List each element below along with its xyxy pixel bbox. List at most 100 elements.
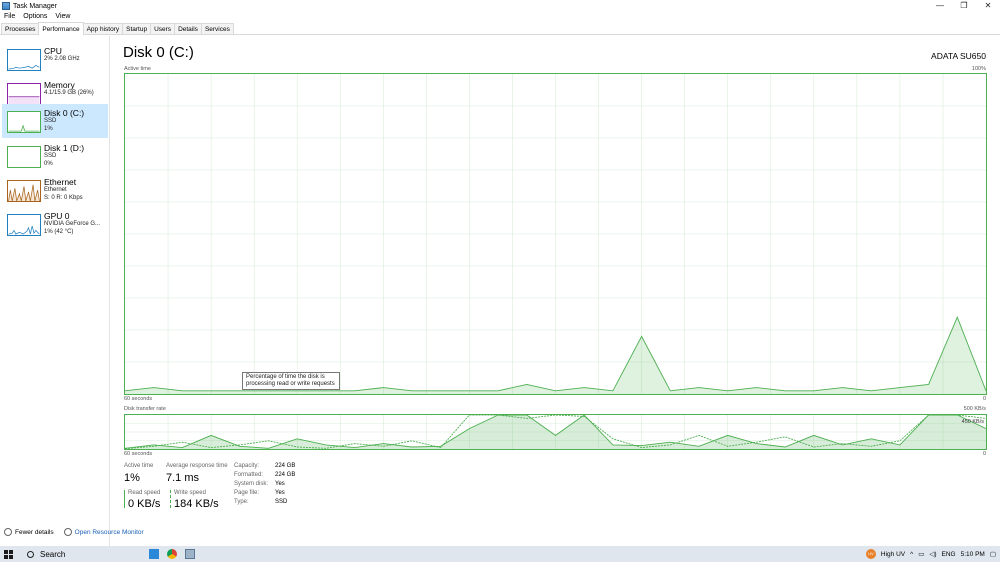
sidebar-item-disk0[interactable]: Disk 0 (C:) SSD 1% xyxy=(2,104,108,138)
start-button[interactable] xyxy=(4,549,13,559)
write-speed-label: Write speed xyxy=(174,490,206,496)
clock-label[interactable]: 5:10 PM xyxy=(961,551,985,558)
sidebar-sub-cpu: 2% 2.08 GHz xyxy=(44,56,80,62)
transfer-rate-xend: 0 xyxy=(982,451,986,457)
menu-file[interactable]: File xyxy=(4,12,15,22)
sidebar-label-gpu0: GPU 0 xyxy=(44,211,70,221)
resource-sidebar: CPU 2% 2.08 GHz Memory 4.1/15.9 GB (26%)… xyxy=(0,36,110,546)
system-tray: UV High UV ^ ▭ ◁) ENG 5:10 PM ▢ xyxy=(861,546,996,562)
transfer-rate-chart xyxy=(124,414,987,450)
transfer-rate-xlabel: 60 seconds xyxy=(124,451,153,457)
restore-button[interactable]: ❐ xyxy=(952,0,976,12)
system-disk-value: Yes xyxy=(275,481,285,487)
fewer-details-link[interactable]: Fewer details xyxy=(15,529,54,536)
type-label: Type: xyxy=(234,499,249,505)
ethernet-thumbnail xyxy=(7,180,41,202)
window-controls: — ❐ ✕ xyxy=(928,0,1000,12)
chrome-icon[interactable] xyxy=(167,549,178,559)
search-icon xyxy=(27,550,34,558)
type-value: SSD xyxy=(275,499,288,505)
tab-startup[interactable]: Startup xyxy=(122,23,152,34)
sidebar-sub-gpu0-model: NVIDIA GeForce G... xyxy=(44,221,101,227)
capacity-label: Capacity: xyxy=(234,463,260,469)
notification-icon[interactable]: ▢ xyxy=(990,550,996,558)
formatted-value: 224 GB xyxy=(275,472,296,478)
sidebar-item-ethernet[interactable]: Ethernet Ethernet S: 0 R: 0 Kbps xyxy=(2,173,108,207)
tab-processes[interactable]: Processes xyxy=(1,23,40,34)
avg-response-label: Average response time xyxy=(166,463,228,469)
active-time-stat-value: 1% xyxy=(124,472,140,484)
minimize-button[interactable]: — xyxy=(928,0,952,12)
page-title: Disk 0 (C:) xyxy=(123,44,194,61)
sidebar-label-disk1: Disk 1 (D:) xyxy=(44,143,85,153)
sidebar-sub-disk1-usage: 0% xyxy=(44,161,53,167)
write-speed-indicator xyxy=(170,490,171,508)
disk1-thumbnail xyxy=(7,146,41,168)
sidebar-item-gpu0[interactable]: GPU 0 NVIDIA GeForce G... 1% (42 °C) xyxy=(2,207,108,241)
tab-app-history[interactable]: App history xyxy=(82,23,124,34)
active-time-chart xyxy=(124,73,987,395)
read-speed-label: Read speed xyxy=(128,490,161,496)
active-time-stat-label: Active time xyxy=(124,463,154,469)
memory-thumbnail xyxy=(7,83,41,105)
language-label[interactable]: ENG xyxy=(942,551,956,558)
chevron-up-icon[interactable] xyxy=(4,528,12,536)
transfer-rate-max-label: 500 KB/s xyxy=(963,406,986,412)
active-time-chart-label: Active time xyxy=(124,66,151,72)
taskbar-search[interactable]: Search xyxy=(27,550,65,559)
sidebar-label-memory: Memory xyxy=(44,80,75,90)
read-speed-indicator xyxy=(124,490,125,508)
sidebar-sub-disk0-usage: 1% xyxy=(44,126,53,132)
avg-response-value: 7.1 ms xyxy=(166,472,200,484)
desktop-app-icon[interactable] xyxy=(149,549,160,559)
footer: Fewer details Open Resource Monitor xyxy=(4,528,144,536)
write-speed-value: 184 KB/s xyxy=(174,498,219,510)
task-manager-icon xyxy=(2,2,10,10)
active-time-xend: 0 xyxy=(982,396,986,402)
transfer-rate-mid-label: 450 KB/s xyxy=(961,419,984,425)
gpu0-thumbnail xyxy=(7,214,41,236)
formatted-label: Formatted: xyxy=(234,472,264,478)
taskbar-search-label: Search xyxy=(40,549,66,559)
menu-bar: File Options View xyxy=(0,12,74,22)
tab-details[interactable]: Details xyxy=(174,23,202,34)
page-file-label: Page file: xyxy=(234,490,260,496)
resource-monitor-icon xyxy=(63,528,72,536)
tab-performance[interactable]: Performance xyxy=(38,22,84,35)
volume-icon[interactable]: ◁) xyxy=(929,550,936,558)
tooltip: Percentage of time the disk is processin… xyxy=(242,372,340,390)
disk-model: ADATA SU650 xyxy=(931,51,986,61)
cpu-thumbnail xyxy=(7,49,41,71)
read-speed-value: 0 KB/s xyxy=(128,498,161,510)
capacity-value: 224 GB xyxy=(275,463,296,469)
active-time-max-label: 100% xyxy=(971,66,986,72)
sidebar-item-cpu[interactable]: CPU 2% 2.08 GHz xyxy=(2,42,108,76)
network-icon[interactable]: ▭ xyxy=(918,550,924,558)
tab-strip: Processes Performance App history Startu… xyxy=(0,22,1000,35)
transfer-rate-chart-label: Disk transfer rate xyxy=(124,406,166,412)
close-button[interactable]: ✕ xyxy=(976,0,1000,12)
sidebar-sub-disk0-type: SSD xyxy=(44,118,57,124)
sidebar-label-ethernet: Ethernet xyxy=(44,177,77,187)
weather-label[interactable]: High UV xyxy=(881,551,905,558)
sidebar-item-disk1[interactable]: Disk 1 (D:) SSD 0% xyxy=(2,139,108,173)
sidebar-sub-gpu0-usage: 1% (42 °C) xyxy=(44,229,74,235)
disk0-thumbnail xyxy=(7,111,41,133)
window-title: Task Manager xyxy=(13,2,57,10)
tab-users[interactable]: Users xyxy=(150,23,176,34)
menu-options[interactable]: Options xyxy=(23,12,47,22)
menu-view[interactable]: View xyxy=(55,12,70,22)
sidebar-sub-ethernet-type: Ethernet xyxy=(44,187,67,193)
weather-icon[interactable]: UV xyxy=(865,549,876,559)
tab-services[interactable]: Services xyxy=(200,23,234,34)
chevron-up-tray-icon[interactable]: ^ xyxy=(910,551,913,558)
title-bar: Task Manager — ❐ ✕ xyxy=(0,0,1000,12)
task-manager-taskbar-icon[interactable] xyxy=(185,549,196,559)
active-time-xlabel: 60 seconds xyxy=(124,396,153,402)
taskbar: Search UV High UV ^ ▭ ◁) ENG 5:10 PM ▢ xyxy=(0,546,1000,562)
sidebar-label-cpu: CPU xyxy=(44,46,62,56)
sidebar-sub-ethernet-rate: S: 0 R: 0 Kbps xyxy=(44,195,83,201)
open-resource-monitor-link[interactable]: Open Resource Monitor xyxy=(75,529,144,536)
system-disk-label: System disk: xyxy=(234,481,269,487)
sidebar-label-disk0: Disk 0 (C:) xyxy=(44,108,85,118)
